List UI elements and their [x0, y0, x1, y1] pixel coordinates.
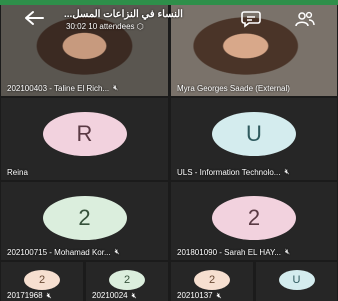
participant-nameplate: 201801090 - Sarah EL HAY... 🔇︎	[177, 247, 331, 257]
participant-nameplate: Reina	[7, 168, 162, 177]
avatar: 2	[109, 270, 145, 290]
strip-participant[interactable]: 2 20171968 🔇︎	[1, 262, 83, 301]
participant-name: Myra Georges Saade (External)	[177, 84, 290, 93]
meeting-title: النساء في النزاعات المسل...	[64, 9, 183, 20]
arrow-left-icon	[25, 11, 44, 25]
strip-name: 20210024	[92, 291, 128, 300]
attendee-count: 10 attendees	[88, 22, 135, 31]
strip-label: 20210024 🔇︎	[92, 291, 137, 301]
participant-tile-6[interactable]: 2 201801090 - Sarah EL HAY... 🔇︎	[171, 182, 337, 260]
chat-icon	[241, 11, 261, 28]
strip-name: 20210137	[177, 291, 213, 300]
mic-muted-icon: 🔇︎	[284, 167, 290, 176]
meeting-subtitle: 30:02 10 attendees ⬡	[66, 22, 144, 31]
participant-tile-3[interactable]: R Reina	[1, 98, 168, 180]
avatar: U	[278, 270, 315, 290]
strip-participant[interactable]: U	[256, 262, 337, 301]
participant-strip: 2 20171968 🔇︎ 2 20210024 🔇︎ 2 20210137 🔇︎ U	[0, 262, 338, 301]
strip-label: 20171968 🔇︎	[7, 291, 52, 301]
meeting-header: النساء في النزاعات المسل... 30:02 10 att…	[0, 5, 338, 31]
avatar: 2	[194, 270, 230, 290]
shield-icon: ⬡	[136, 22, 144, 31]
participant-tile-4[interactable]: U ULS - Information Technolo... 🔇︎	[171, 98, 337, 180]
mic-muted-icon: 🔇︎	[113, 83, 119, 92]
participant-tile-5[interactable]: 2 202100715 - Mohamad Kor... 🔇︎	[1, 182, 168, 260]
strip-name: 20171968	[7, 291, 43, 300]
avatar: 2	[24, 270, 60, 290]
meeting-timer: 30:02	[66, 22, 87, 31]
chat-button[interactable]	[240, 9, 262, 29]
participant-name: 201801090 - Sarah EL HAY...	[177, 247, 281, 257]
people-button[interactable]	[294, 9, 316, 29]
participant-name: 202100715 - Mohamad Kor...	[7, 247, 111, 257]
mic-muted-icon: 🔇︎	[216, 291, 222, 300]
participant-name: Reina	[7, 168, 28, 177]
avatar: U	[212, 112, 296, 156]
mic-muted-icon: 🔇︎	[284, 247, 290, 256]
mic-muted-icon: 🔇︎	[131, 291, 137, 300]
strip-participant[interactable]: 2 20210024 🔇︎	[86, 262, 168, 301]
strip-participant[interactable]: 2 20210137 🔇︎	[171, 262, 253, 301]
strip-label: 20210137 🔇︎	[177, 291, 222, 301]
participant-nameplate: 202100403 - Taline El Rich... 🔇︎	[7, 83, 162, 93]
participant-nameplate: ULS - Information Technolo... 🔇︎	[177, 167, 331, 177]
participant-nameplate: 202100715 - Mohamad Kor... 🔇︎	[7, 247, 162, 257]
avatar: 2	[212, 196, 296, 240]
mic-muted-icon: 🔇︎	[46, 291, 52, 300]
participant-nameplate: Myra Georges Saade (External)	[177, 84, 331, 93]
people-icon	[295, 11, 315, 27]
mic-muted-icon: 🔇︎	[114, 247, 120, 256]
participant-name: 202100403 - Taline El Rich...	[7, 83, 110, 93]
participant-name: ULS - Information Technolo...	[177, 167, 281, 177]
avatar: 2	[42, 196, 127, 240]
avatar: R	[42, 112, 127, 156]
back-button[interactable]	[22, 9, 46, 27]
